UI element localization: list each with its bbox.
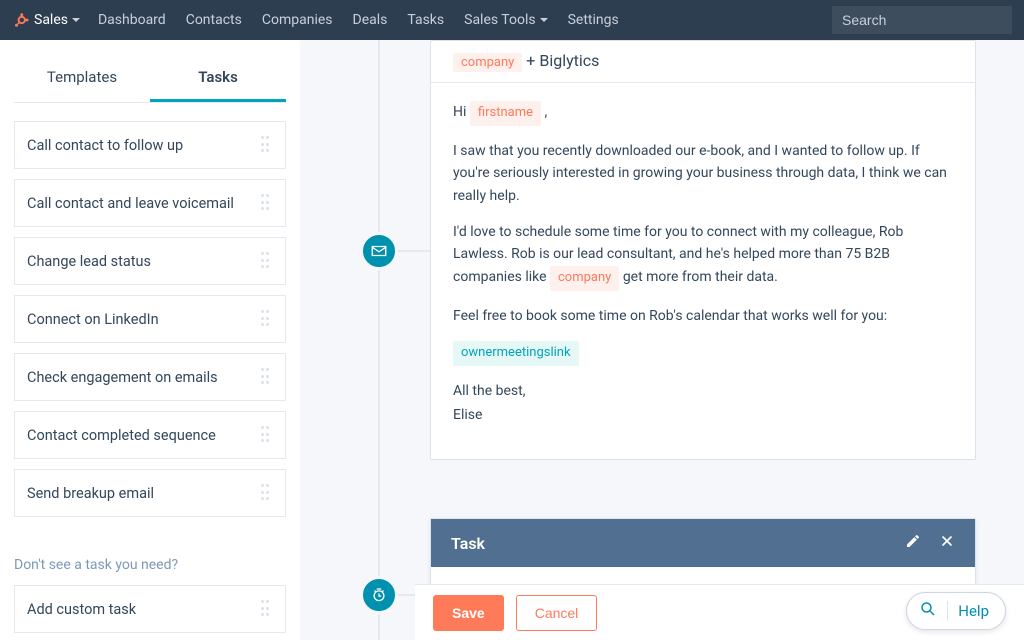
- task-item[interactable]: Contact completed sequence: [14, 411, 286, 459]
- save-button[interactable]: Save: [433, 595, 504, 631]
- email-paragraph: Feel free to book some time on Rob's cal…: [453, 305, 953, 327]
- close-icon[interactable]: [939, 533, 955, 553]
- email-card[interactable]: company + Biglytics Hi firstname , I saw…: [430, 40, 976, 460]
- task-item[interactable]: Connect on LinkedIn: [14, 295, 286, 343]
- task-item[interactable]: Call contact and leave voicemail: [14, 179, 286, 227]
- nav-deals[interactable]: Deals: [353, 12, 388, 28]
- drag-handle-icon[interactable]: [261, 136, 273, 154]
- divider: [947, 601, 948, 621]
- help-label: Help: [958, 602, 989, 620]
- sidebar: Templates Tasks Call contact to follow u…: [0, 40, 300, 640]
- nav-dashboard[interactable]: Dashboard: [98, 12, 166, 28]
- nav-contacts[interactable]: Contacts: [186, 12, 242, 28]
- help-widget[interactable]: Help: [906, 592, 1006, 630]
- drag-handle-icon[interactable]: [261, 194, 273, 212]
- email-subject-line: company + Biglytics: [431, 41, 975, 83]
- email-paragraph: I'd love to schedule some time for you t…: [453, 221, 953, 291]
- email-body[interactable]: Hi firstname , I saw that you recently d…: [431, 83, 975, 459]
- task-template-list: Call contact to follow up Call contact a…: [14, 121, 286, 517]
- nav-settings[interactable]: Settings: [568, 12, 619, 28]
- add-custom-task[interactable]: Add custom task: [14, 585, 286, 633]
- token-ownermeetingslink[interactable]: ownermeetingslink: [453, 341, 579, 366]
- cancel-button[interactable]: Cancel: [516, 595, 598, 631]
- nav-companies[interactable]: Companies: [262, 12, 333, 28]
- search-input[interactable]: [832, 6, 1012, 34]
- task-item[interactable]: Change lead status: [14, 237, 286, 285]
- email-signature: Elise: [453, 404, 953, 426]
- email-step-icon: [360, 232, 398, 270]
- tab-templates[interactable]: Templates: [14, 52, 150, 102]
- sidebar-hint: Don't see a task you need?: [14, 557, 286, 573]
- brand-menu[interactable]: Sales: [12, 11, 80, 29]
- brand-label: Sales: [34, 12, 68, 28]
- token-company[interactable]: company: [453, 53, 522, 72]
- search-icon: [919, 600, 937, 622]
- email-paragraph: I saw that you recently downloaded our e…: [453, 140, 953, 207]
- task-card-header: Task: [431, 519, 975, 567]
- sidebar-tabs: Templates Tasks: [14, 52, 286, 103]
- chevron-down-icon: [540, 18, 548, 22]
- drag-handle-icon[interactable]: [261, 368, 273, 386]
- drag-handle-icon[interactable]: [261, 426, 273, 444]
- drag-handle-icon[interactable]: [261, 252, 273, 270]
- task-step-icon: [360, 576, 398, 614]
- drag-handle-icon[interactable]: [261, 310, 273, 328]
- subject-text: + Biglytics: [526, 51, 599, 70]
- task-item[interactable]: Check engagement on emails: [14, 353, 286, 401]
- task-item[interactable]: Send breakup email: [14, 469, 286, 517]
- topbar: Sales Dashboard Contacts Companies Deals…: [0, 0, 1024, 40]
- timeline-line: [378, 40, 380, 640]
- drag-handle-icon[interactable]: [261, 600, 273, 618]
- hubspot-sprocket-icon: [12, 11, 30, 29]
- chevron-down-icon: [72, 18, 80, 22]
- token-firstname[interactable]: firstname: [470, 101, 541, 126]
- drag-handle-icon[interactable]: [261, 484, 273, 502]
- token-company[interactable]: company: [550, 266, 619, 291]
- edit-icon[interactable]: [905, 533, 921, 553]
- nav-tasks[interactable]: Tasks: [407, 12, 444, 28]
- nav-sales-tools[interactable]: Sales Tools: [464, 12, 547, 28]
- tab-tasks[interactable]: Tasks: [150, 52, 286, 102]
- email-signoff: All the best,: [453, 380, 953, 402]
- task-card-title: Task: [451, 534, 485, 553]
- task-item[interactable]: Call contact to follow up: [14, 121, 286, 169]
- top-nav: Dashboard Contacts Companies Deals Tasks…: [98, 12, 832, 28]
- content-area: company + Biglytics Hi firstname , I saw…: [300, 40, 1024, 640]
